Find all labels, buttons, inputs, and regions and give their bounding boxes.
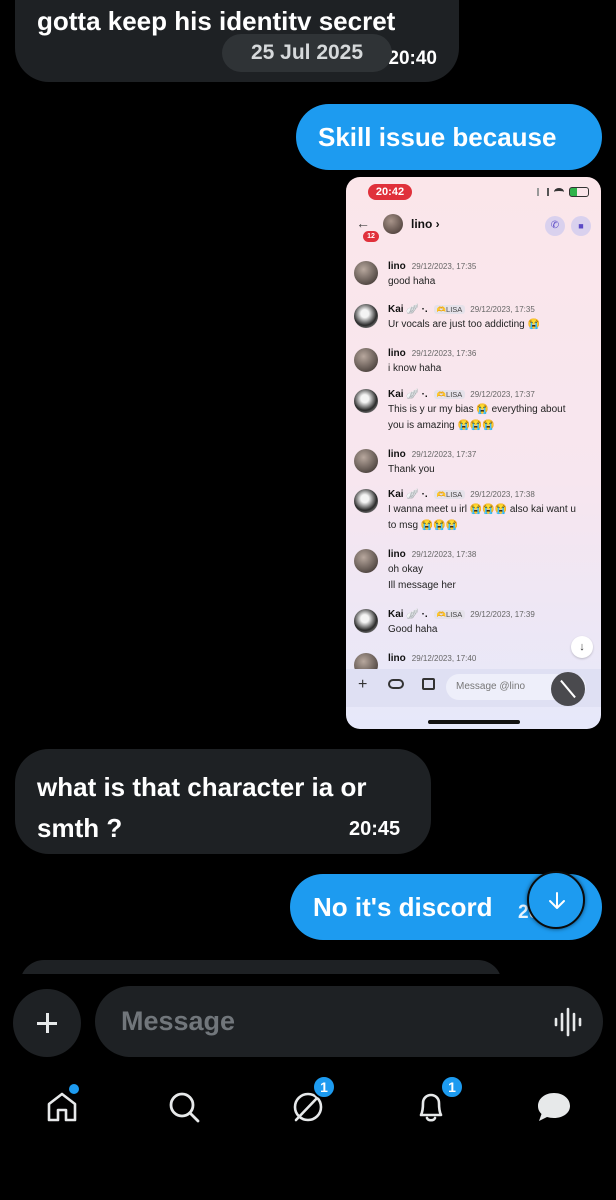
tab-spaces[interactable]: 1: [286, 1075, 336, 1129]
signal-icon: [537, 188, 549, 196]
message-line: Good haha: [388, 624, 438, 635]
bottom-tab-bar: 1 1: [0, 1070, 616, 1200]
author-name: Kai 🪽 ·.: [388, 609, 428, 620]
messages-icon: [538, 1093, 570, 1121]
server-tag: 🫶LISA: [433, 390, 466, 399]
message-time: 20:45: [349, 818, 401, 840]
message-line: This is y ur my bias 😭 everything about: [388, 404, 566, 415]
status-time: 20:42: [368, 184, 412, 200]
message-time: 20:40: [388, 48, 437, 69]
author-name: lino: [388, 653, 406, 664]
message-text: gotta keep his identitv secret: [37, 6, 396, 36]
voice-message-icon[interactable]: [553, 1007, 585, 1037]
message-meta: lino 29/12/2023, 17:35: [388, 261, 476, 272]
message-meta: Kai 🪽 ·. 🫶LISA 29/12/2023, 17:38: [388, 489, 535, 500]
author-name: lino: [388, 348, 406, 359]
arrow-down-icon: ↓: [571, 636, 593, 658]
message-timestamp: 29/12/2023, 17:39: [470, 610, 535, 619]
message-timestamp: 29/12/2023, 17:37: [470, 390, 535, 399]
tab-notifications[interactable]: 1: [409, 1075, 464, 1129]
author-name: Kai 🪽 ·.: [388, 389, 428, 400]
avatar: [354, 449, 378, 473]
avatar: [354, 304, 378, 328]
mute-icon: [551, 672, 585, 706]
author-name: Kai 🪽 ·.: [388, 489, 428, 500]
home-indicator: [428, 720, 520, 724]
chevron-right-icon: ›: [435, 217, 440, 231]
message-line: I wanna meet u irl 😭😭😭 also kai want u: [388, 504, 576, 515]
message-text: No it's discord: [313, 892, 493, 922]
message-timestamp: 29/12/2023, 17:35: [411, 262, 477, 271]
gamepad-icon: [388, 679, 404, 689]
search-icon: [169, 1092, 200, 1123]
avatar: [354, 489, 378, 513]
message-timestamp: 29/12/2023, 17:36: [411, 349, 477, 358]
message-timestamp: 29/12/2023, 17:40: [411, 654, 477, 663]
tab-home[interactable]: [40, 1084, 84, 1129]
date-divider: 25 Jul 2025: [222, 34, 392, 72]
phone-icon: ✆: [545, 216, 565, 236]
server-tag: 🫶LISA: [433, 490, 466, 499]
server-tag: 🫶LISA: [433, 610, 466, 619]
tab-messages[interactable]: [531, 1085, 575, 1129]
message-meta: lino 29/12/2023, 17:36: [388, 348, 476, 359]
add-attachment-button[interactable]: [13, 989, 81, 1057]
attached-screenshot[interactable]: 20:42 ← 12 lino › ✆ ■ lino 29/12/2023, 17…: [346, 177, 601, 729]
message-line: Ur vocals are just too addicting 😭: [388, 319, 540, 330]
scroll-to-bottom-button[interactable]: [527, 871, 585, 929]
badge-count: 1: [440, 1075, 464, 1099]
message-line: you is amazing 😭😭😭: [388, 420, 495, 431]
home-icon: [47, 1092, 77, 1122]
plus-icon: +: [358, 676, 368, 693]
message-bubble-outgoing[interactable]: Skill issue because: [296, 104, 602, 170]
status-bar: 20:42: [346, 177, 601, 209]
author-name: lino: [388, 261, 406, 272]
message-line: Ill message her: [388, 580, 456, 591]
message-text: what is that character ia or smth ?: [37, 772, 367, 843]
message-meta: lino 29/12/2023, 17:37: [388, 449, 476, 460]
message-bubble-incoming[interactable]: what is that character ia or smth ? 20:4…: [15, 749, 431, 854]
message-meta: Kai 🪽 ·. 🫶LISA 29/12/2023, 17:39: [388, 609, 535, 620]
notification-dot: [69, 1084, 79, 1094]
message-meta: Kai 🪽 ·. 🫶LISA 29/12/2023, 17:37: [388, 389, 535, 400]
message-line: good haha: [388, 276, 436, 287]
unread-badge: 12: [363, 231, 379, 242]
message-line: Thank you: [388, 464, 435, 475]
message-line: oh okay: [388, 564, 424, 575]
avatar: [354, 549, 378, 573]
wifi-icon: [554, 188, 564, 196]
battery-icon: [569, 187, 589, 197]
message-timestamp: 29/12/2023, 17:35: [470, 305, 535, 314]
server-tag: 🫶LISA: [433, 305, 466, 314]
message-timestamp: 29/12/2023, 17:38: [470, 490, 535, 499]
message-meta: lino 29/12/2023, 17:40: [388, 653, 476, 664]
avatar: [354, 261, 378, 285]
message-meta: lino 29/12/2023, 17:38: [388, 549, 476, 560]
contact-name: lino ›: [411, 217, 440, 231]
author-name: lino: [388, 549, 406, 560]
arrow-down-icon: [549, 892, 565, 909]
tab-search[interactable]: [162, 1085, 206, 1129]
author-name: Kai 🪽 ·.: [388, 304, 428, 315]
avatar: [354, 348, 378, 372]
author-name: lino: [388, 449, 406, 460]
badge-count: 1: [312, 1075, 336, 1099]
message-timestamp: 29/12/2023, 17:37: [411, 450, 477, 459]
composer-bar: [0, 974, 616, 1070]
message-meta: Kai 🪽 ·. 🫶LISA 29/12/2023, 17:35: [388, 304, 535, 315]
avatar: [354, 609, 378, 633]
avatar: [383, 214, 403, 234]
message-line: to msg 😭😭😭: [388, 520, 459, 531]
message-input[interactable]: [95, 986, 603, 1057]
chat-header: ← 12 lino › ✆ ■: [346, 209, 601, 243]
message-line: i know haha: [388, 363, 442, 374]
message-timestamp: 29/12/2023, 17:38: [411, 550, 477, 559]
avatar: [354, 389, 378, 413]
gift-icon: [422, 678, 435, 690]
back-arrow-icon: ←: [356, 215, 370, 231]
video-icon: ■: [571, 216, 591, 236]
message-text: Skill issue because: [318, 122, 557, 152]
